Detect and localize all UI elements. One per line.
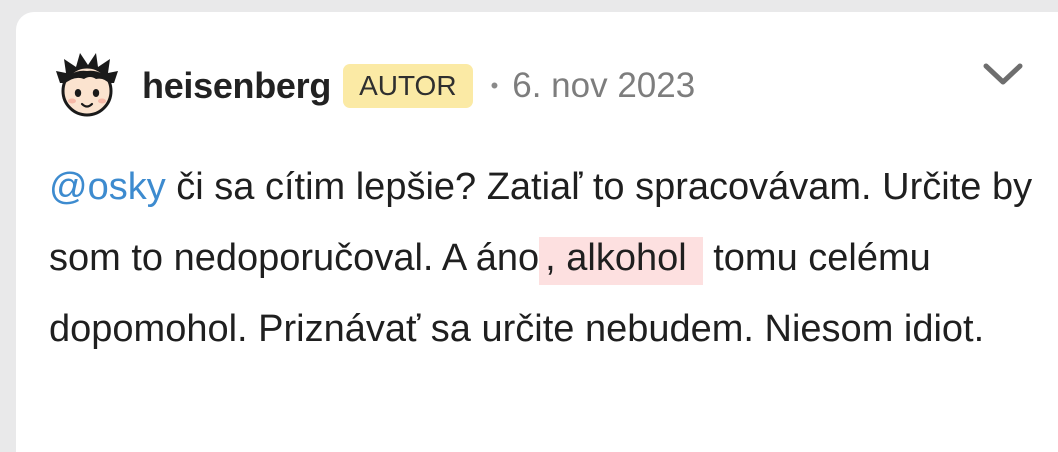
post-header: heisenberg AUTOR • 6. nov 2023 <box>50 46 695 126</box>
meta-separator: • <box>490 73 499 98</box>
avatar[interactable] <box>50 49 124 123</box>
post-date: 6. nov 2023 <box>512 66 696 105</box>
highlighted-text: , alkohol <box>539 237 703 285</box>
post-card: heisenberg AUTOR • 6. nov 2023 @osky či … <box>16 12 1058 452</box>
author-badge: AUTOR <box>343 64 473 108</box>
chevron-down-icon[interactable] <box>980 56 1026 92</box>
user-mention-link[interactable]: @osky <box>49 166 166 208</box>
author-name[interactable]: heisenberg <box>142 65 331 107</box>
post-body: @osky či sa cítim lepšie? Zatiaľ to spra… <box>49 152 1039 365</box>
